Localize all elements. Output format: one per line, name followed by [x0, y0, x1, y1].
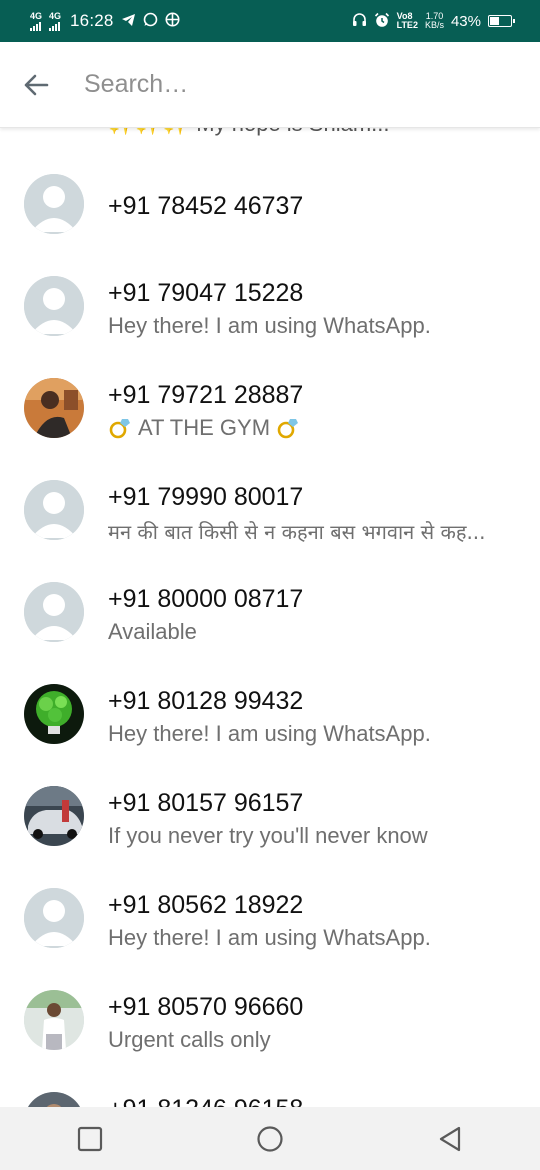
ring-emoji-icon — [109, 419, 130, 439]
arrow-left-icon — [24, 74, 49, 95]
contact-status-row: AT THE GYM — [108, 415, 518, 441]
default-avatar-icon — [24, 276, 84, 336]
contact-name: +91 80128 99432 — [108, 687, 304, 715]
circle-icon — [257, 1125, 283, 1152]
contact-status: Hey there! I am using WhatsApp. — [108, 313, 431, 338]
contact-item[interactable]: +91 79721 28887 AT THE GYM — [0, 378, 540, 480]
contact-status: Urgent calls only — [108, 1027, 271, 1052]
contact-list: ✨✨✨ My hope is Shiam... +91 78452 46737 … — [0, 0, 540, 1170]
default-avatar-icon — [24, 888, 84, 948]
home-button[interactable] — [240, 1109, 300, 1169]
screen: 4G 4G 16:28 Vo8 LTE2 1.70 KB/s 43% Searc… — [0, 0, 540, 1170]
contact-item[interactable]: +91 79990 80017 मन की बात किसी से न कहना… — [0, 480, 540, 582]
contact-status: If you never try you'll never know — [108, 823, 428, 848]
contact-photo — [24, 684, 84, 744]
contact-name: +91 79721 28887 — [108, 381, 304, 409]
contact-name: +91 80000 08717 — [108, 585, 304, 613]
system-back-button[interactable] — [420, 1109, 480, 1169]
contact-status: AT THE GYM — [138, 415, 271, 440]
ring-emoji-icon — [277, 419, 299, 439]
contact-photo — [24, 786, 84, 846]
contact-item[interactable]: +91 78452 46737 — [0, 174, 540, 276]
search-header — [0, 42, 540, 128]
default-avatar-icon — [24, 174, 84, 234]
contact-item[interactable]: +91 80157 96157 If you never try you'll … — [0, 786, 540, 888]
recents-button[interactable] — [60, 1109, 120, 1169]
contact-item[interactable]: +91 80562 18922 Hey there! I am using Wh… — [0, 888, 540, 990]
navigation-bar — [0, 1107, 540, 1170]
contact-item[interactable]: +91 79047 15228 Hey there! I am using Wh… — [0, 276, 540, 378]
triangle-back-icon — [439, 1126, 461, 1151]
default-avatar-icon — [24, 582, 84, 642]
default-avatar-icon — [24, 480, 84, 540]
contact-name: +91 80562 18922 — [108, 891, 304, 919]
contact-name: +91 79990 80017 — [108, 483, 304, 511]
square-icon — [77, 1126, 103, 1151]
contact-name: +91 80157 96157 — [108, 789, 304, 817]
contact-status: Available — [108, 619, 197, 644]
contact-item[interactable]: +91 80128 99432 Hey there! I am using Wh… — [0, 684, 540, 786]
contact-name: +91 78452 46737 — [108, 192, 304, 220]
contact-status: Hey there! I am using WhatsApp. — [108, 925, 431, 950]
contact-status: Hey there! I am using WhatsApp. — [108, 721, 431, 746]
contact-item[interactable]: +91 80000 08717 Available — [0, 582, 540, 684]
search-input[interactable] — [84, 70, 504, 99]
contact-name: +91 80570 96660 — [108, 993, 304, 1021]
contact-status: मन की बात किसी से न कहना बस भगवान से कह.… — [108, 520, 486, 544]
contact-item[interactable]: +91 80570 96660 Urgent calls only — [0, 990, 540, 1092]
contact-photo — [24, 990, 84, 1050]
contact-name: +91 79047 15228 — [108, 279, 304, 307]
back-button[interactable] — [0, 42, 72, 128]
contact-photo — [24, 378, 84, 438]
